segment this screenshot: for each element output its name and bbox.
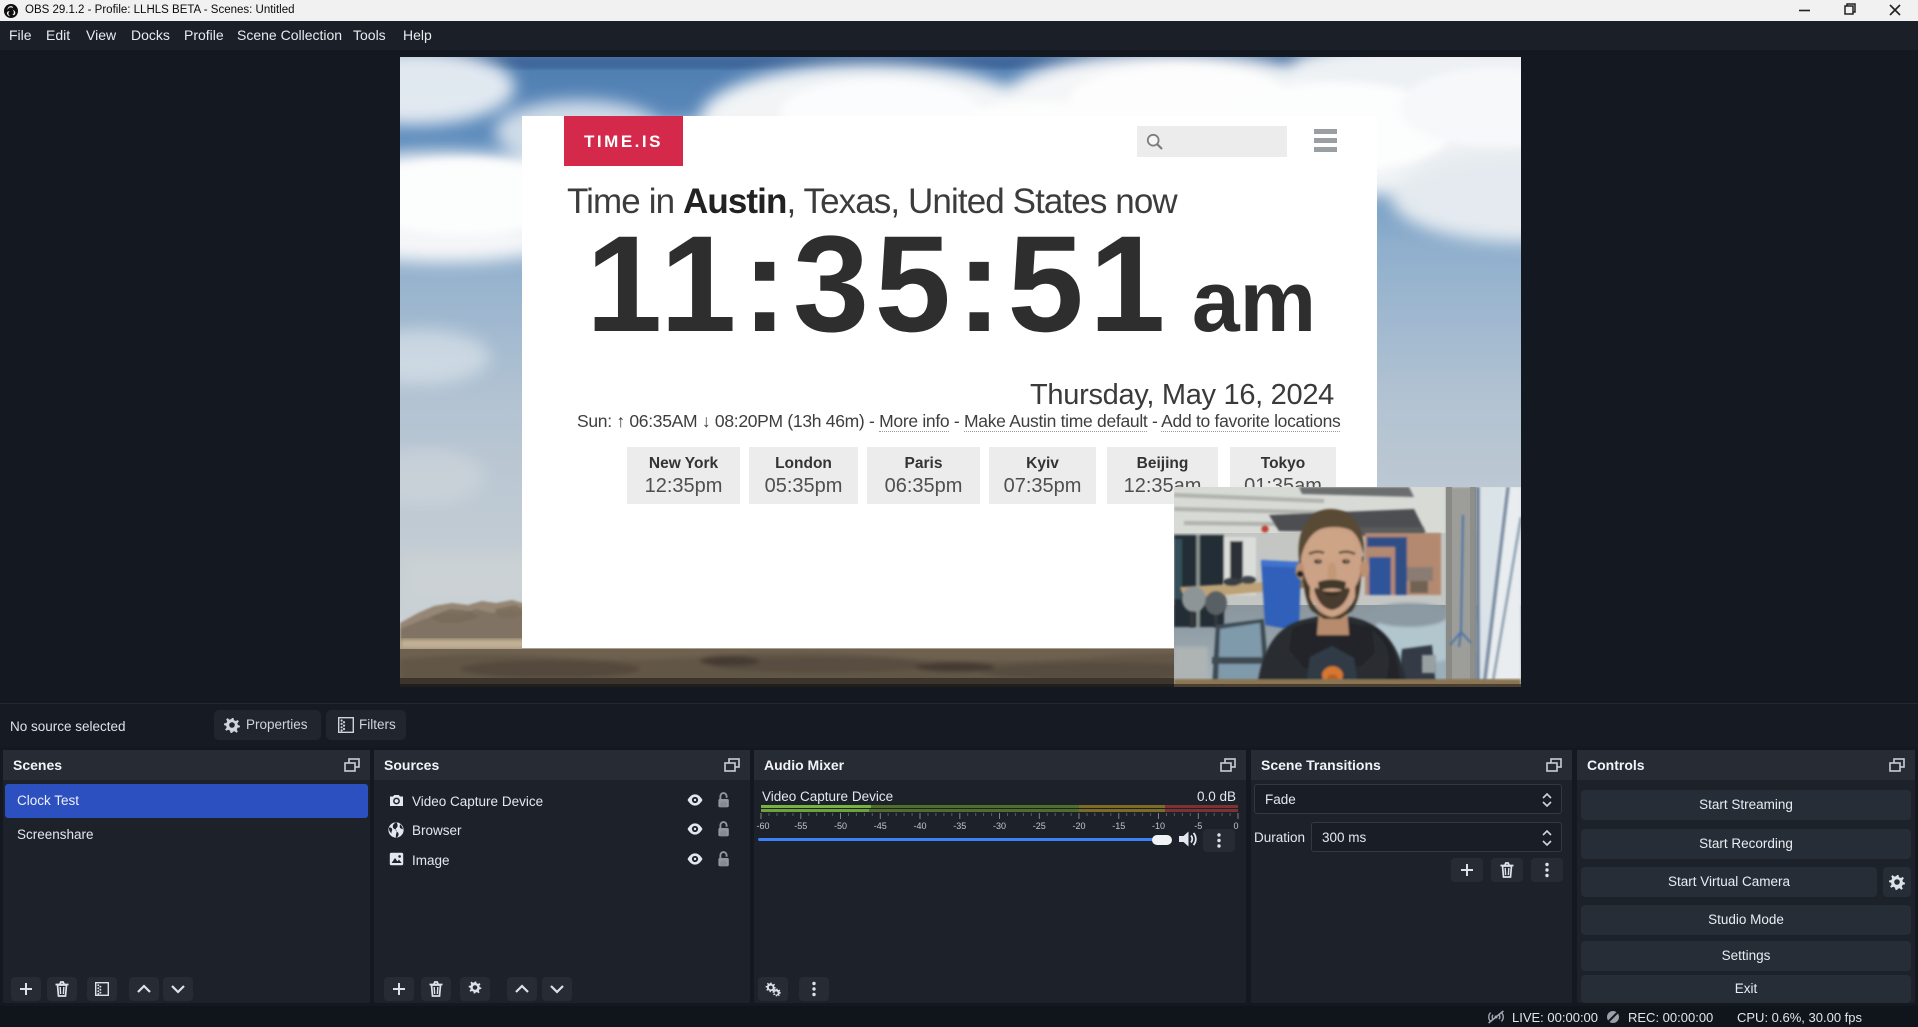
svg-text:-60: -60 (756, 821, 769, 831)
svg-text:-45: -45 (874, 821, 887, 831)
svg-text:-35: -35 (953, 821, 966, 831)
svg-text:-20: -20 (1072, 821, 1085, 831)
svg-text:-10: -10 (1152, 821, 1165, 831)
svg-text:-25: -25 (1033, 821, 1046, 831)
svg-text:-15: -15 (1112, 821, 1125, 831)
svg-text:-50: -50 (834, 821, 847, 831)
svg-text:-55: -55 (794, 821, 807, 831)
svg-text:-30: -30 (993, 821, 1006, 831)
svg-text:-40: -40 (913, 821, 926, 831)
